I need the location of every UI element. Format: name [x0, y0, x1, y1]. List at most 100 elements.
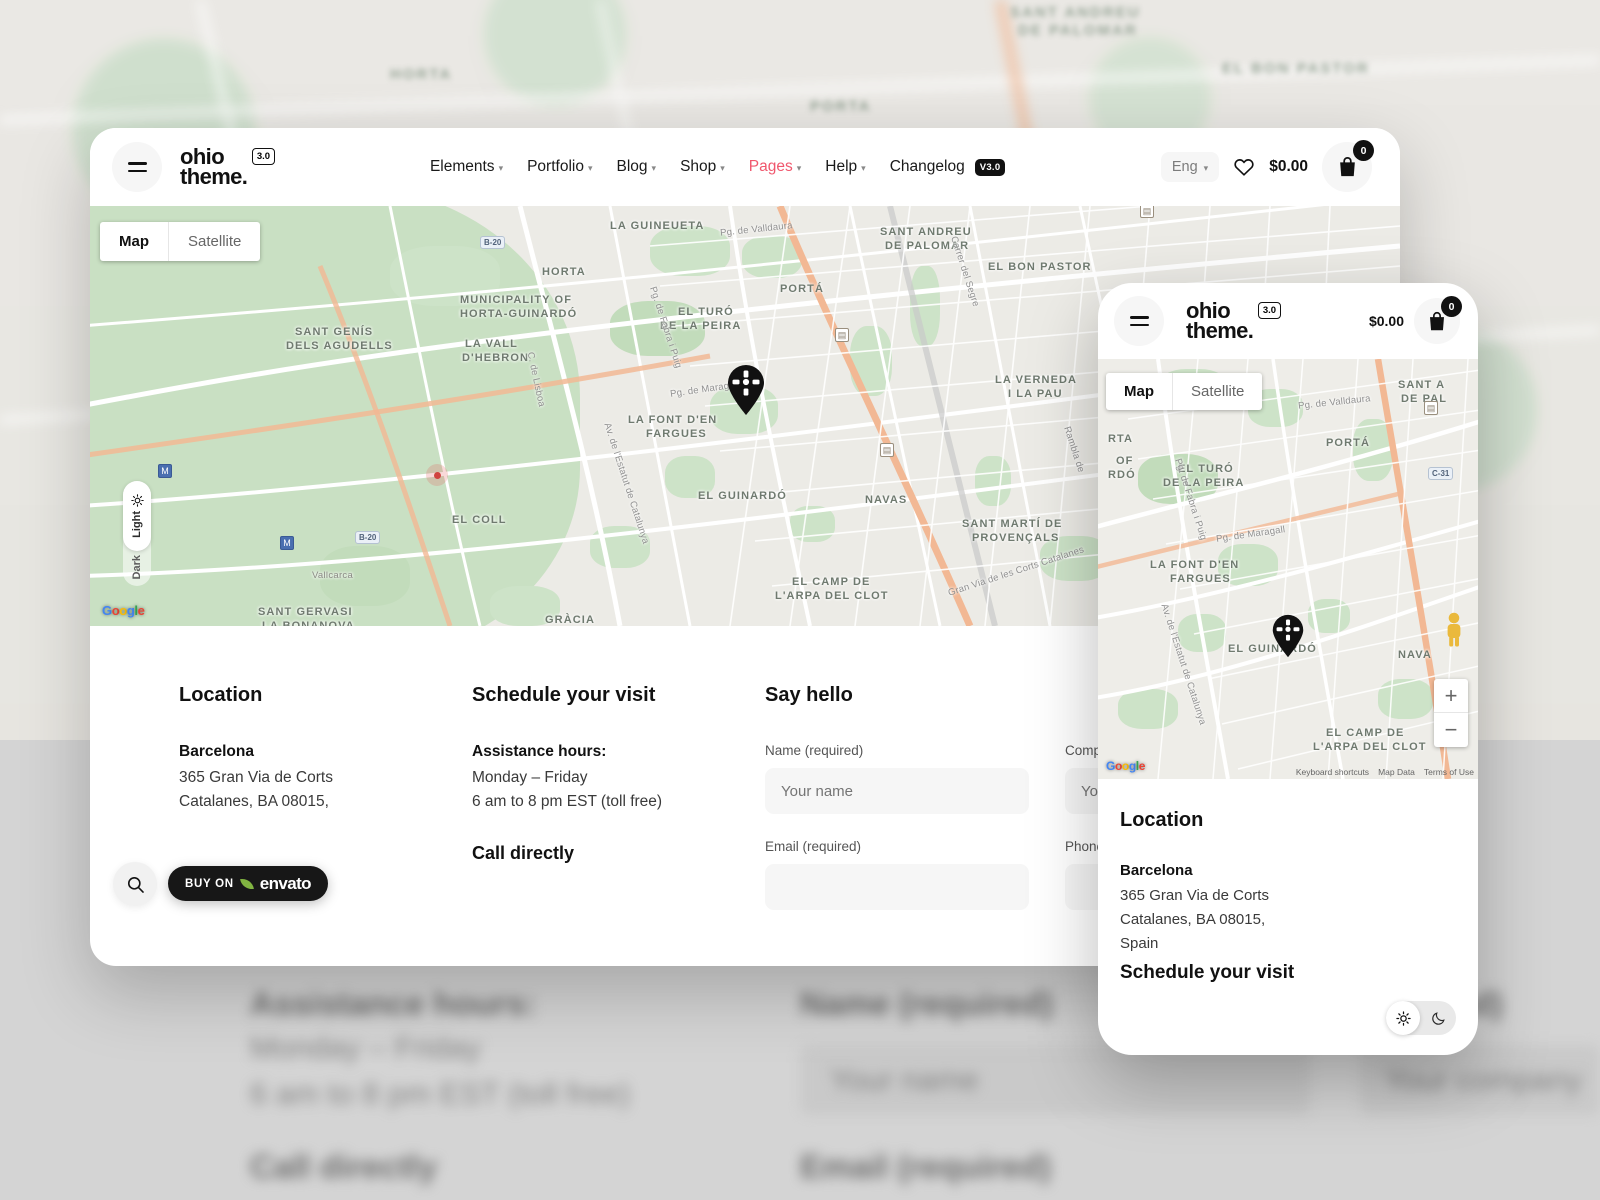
street-view-pegman-icon[interactable] — [1440, 611, 1468, 649]
nav-item-blog[interactable]: Blog ▾ — [617, 158, 657, 176]
map-theme-dark-label[interactable]: Dark — [131, 555, 143, 579]
email-input[interactable] — [765, 864, 1029, 910]
map-label: LA VALL — [465, 338, 518, 350]
nav-item-portfolio[interactable]: Portfolio ▾ — [527, 158, 592, 176]
sun-icon — [130, 494, 144, 507]
nav-item-elements[interactable]: Elements ▾ — [430, 158, 503, 176]
mobile-map-type-switcher: Map Satellite — [1106, 373, 1263, 410]
chevron-down-icon: ▾ — [587, 162, 593, 173]
mobile-google-logo: Google — [1106, 759, 1145, 773]
cart-total: $0.00 — [1269, 158, 1308, 175]
map-label: PROVENÇALS — [972, 532, 1060, 544]
search-button[interactable] — [113, 862, 157, 906]
call-directly-title: Call directly — [472, 843, 575, 863]
logo-line-2: theme. — [180, 164, 248, 189]
nav-item-pages[interactable]: Pages ▾ — [749, 158, 801, 176]
mobile-site-logo[interactable]: ohio theme. 3.0 — [1186, 300, 1281, 342]
transit-station-icon: ▤ — [835, 328, 849, 342]
mobile-zoom-in-button[interactable]: + — [1434, 679, 1468, 713]
map-label: LA VERNEDA — [995, 374, 1078, 386]
nav-item-help[interactable]: Help ▾ — [825, 158, 865, 176]
nav-label: Blog — [616, 158, 648, 175]
sun-icon — [1395, 1010, 1411, 1026]
map-label: SANT A — [1398, 379, 1446, 391]
nav-item-shop[interactable]: Shop ▾ — [680, 158, 725, 176]
email-field-group: Email (required) — [765, 839, 1065, 910]
mobile-terms-of-use[interactable]: Terms of Use — [1424, 767, 1474, 777]
map-theme-light-option[interactable]: Light — [123, 481, 151, 551]
nav-label: Changelog — [889, 158, 965, 175]
location-title: Location — [179, 684, 263, 706]
mobile-zoom-out-button[interactable]: − — [1434, 713, 1468, 747]
transit-station-icon: ▤ — [1140, 206, 1154, 218]
site-theme-toggle[interactable] — [1386, 1001, 1456, 1035]
mobile-address-line-1: 365 Gran Via de Corts — [1120, 887, 1269, 904]
site-logo[interactable]: ohio theme. 3.0 — [180, 146, 275, 189]
mobile-map-tab-map[interactable]: Map — [1106, 373, 1173, 410]
map-label: RDÓ — [1108, 469, 1136, 481]
map-label: DELS AGUDELLS — [286, 340, 393, 352]
mobile-cart-count-badge: 0 — [1441, 296, 1462, 317]
map-label: PORTÁ — [1326, 437, 1370, 449]
envato-buy-label: BUY ON — [185, 877, 234, 890]
main-navigation: Elements ▾ Portfolio ▾ Blog ▾ Shop ▾ Pag… — [275, 158, 1161, 176]
nav-label: Portfolio — [527, 158, 584, 175]
mobile-header-actions: $0.00 0 — [1369, 296, 1462, 344]
map-label: LA FONT D'EN — [628, 414, 718, 426]
map-location-pin[interactable] — [725, 364, 767, 416]
logo-version-badge: 3.0 — [252, 148, 275, 165]
mobile-map-location-pin[interactable] — [1270, 614, 1306, 658]
nav-label: Help — [825, 158, 858, 175]
shopping-bag-icon — [1339, 157, 1355, 177]
map-secondary-marker[interactable] — [426, 464, 448, 486]
menu-toggle-button[interactable] — [112, 142, 162, 192]
map-label: EL CAMP DE — [1326, 727, 1405, 739]
assistance-hours-label: Assistance hours: — [472, 743, 607, 760]
mobile-device-card: ohio theme. 3.0 $0.00 0 Pg. de Valldaura… — [1098, 283, 1478, 1055]
cart-count-badge: 0 — [1353, 140, 1374, 161]
map-label: NAVAS — [865, 494, 908, 506]
mobile-map-data[interactable]: Map Data — [1378, 767, 1415, 777]
search-icon — [127, 876, 144, 893]
mobile-address-line-3: Spain — [1120, 935, 1159, 952]
map-label: NAVA — [1398, 649, 1432, 661]
mobile-cart-button-wrap: 0 — [1414, 296, 1462, 344]
mobile-location-title: Location — [1120, 809, 1204, 831]
schedule-title: Schedule your visit — [472, 684, 656, 706]
mobile-menu-toggle-button[interactable] — [1114, 296, 1164, 346]
wishlist-heart-icon[interactable] — [1233, 156, 1255, 178]
chevron-down-icon: ▾ — [720, 162, 725, 173]
map-theme-switcher[interactable]: Light Dark — [123, 481, 151, 586]
mobile-map-attribution: Keyboard shortcuts Map Data Terms of Use — [1296, 767, 1474, 777]
nav-label: Elements — [429, 158, 495, 175]
nav-label: Shop — [680, 158, 717, 175]
chevron-down-icon: ▾ — [498, 162, 504, 173]
map-label: EL GUINARDÓ — [698, 490, 787, 502]
mobile-map-tab-satellite[interactable]: Satellite — [1173, 373, 1262, 410]
mobile-keyboard-shortcuts[interactable]: Keyboard shortcuts — [1296, 767, 1369, 777]
location-city: Barcelona — [179, 743, 254, 760]
highway-shield: C-31 — [1428, 467, 1454, 480]
map-label: LA FONT D'EN — [1150, 559, 1240, 571]
name-input[interactable] — [765, 768, 1029, 814]
buy-on-envato-badge[interactable]: BUY ON envato — [168, 866, 328, 901]
map-label: RTA — [1108, 433, 1134, 445]
changelog-version-badge: V3.0 — [974, 158, 1006, 176]
transit-station-icon: ▤ — [880, 443, 894, 457]
mobile-schedule-title: Schedule your visit — [1120, 962, 1295, 983]
burger-line — [1129, 316, 1149, 319]
name-field-group: Name (required) — [765, 743, 1065, 814]
burger-line — [127, 169, 147, 172]
language-value: Eng — [1171, 159, 1198, 175]
nav-item-changelog[interactable]: Changelog V3.0 — [890, 158, 1006, 176]
metro-station-icon: M — [280, 536, 294, 550]
map-label: PORTÁ — [780, 283, 824, 295]
moon-icon — [1420, 1011, 1456, 1026]
map-label: L'ARPA DEL CLOT — [1313, 741, 1427, 753]
mobile-google-map[interactable]: Pg. de Valldaura SANT A DE PAL RTA OF RD… — [1098, 359, 1478, 779]
map-tab-map[interactable]: Map — [100, 222, 169, 261]
mobile-address-line-2: Catalanes, BA 08015, — [1120, 911, 1266, 928]
map-label: DE LA PEIRA — [1163, 477, 1245, 489]
map-tab-satellite[interactable]: Satellite — [169, 222, 260, 261]
language-selector[interactable]: Eng ▾ — [1160, 152, 1220, 182]
